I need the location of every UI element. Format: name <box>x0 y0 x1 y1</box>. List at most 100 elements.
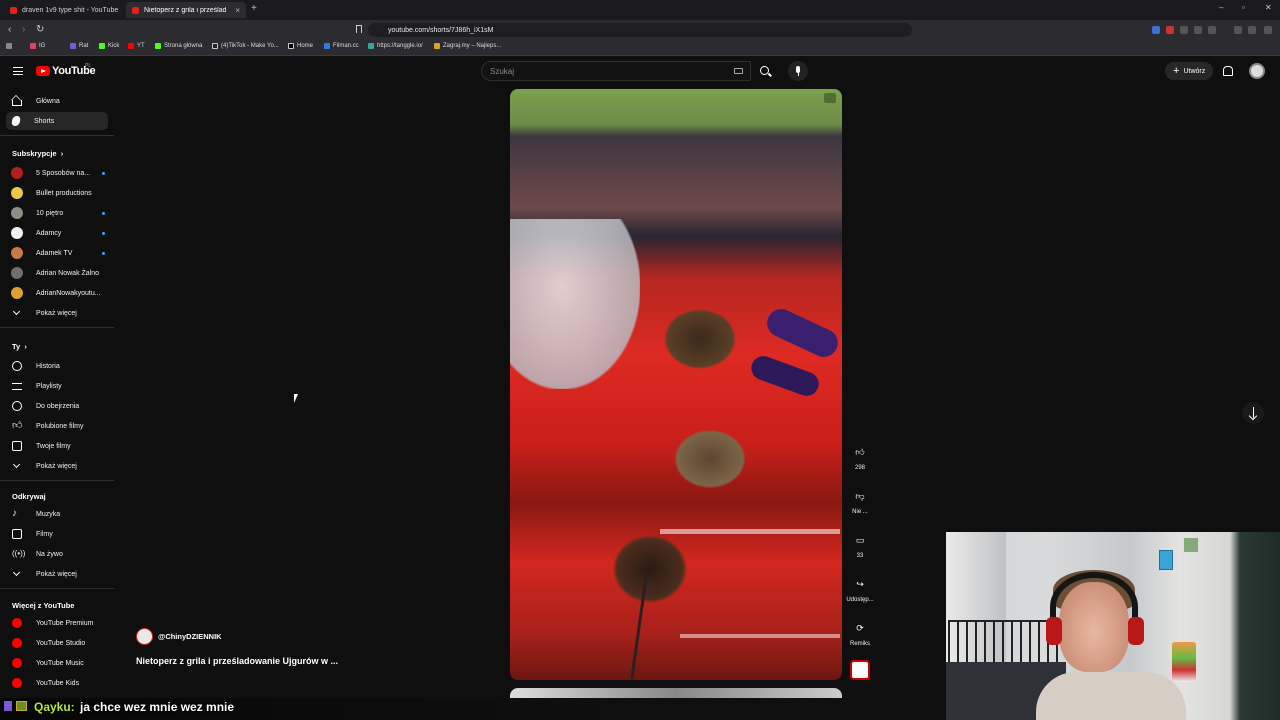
sidebar-item-home[interactable]: Główna <box>6 92 108 110</box>
comments-button[interactable]: ▭ 33 <box>845 530 875 559</box>
sidebar-item-subscription[interactable]: 5 Sposobów na... <box>6 164 108 182</box>
sidebar-toggle-icon[interactable] <box>1208 26 1216 34</box>
video-frame-detail <box>680 634 840 638</box>
bookmark-item[interactable]: Kick <box>99 43 119 49</box>
channel-thumbnail[interactable] <box>850 660 870 680</box>
extension-icon[interactable] <box>1166 26 1174 34</box>
sidebar-item-liked-videos[interactable]: 👍︎ Polubione filmy <box>6 417 108 435</box>
create-button[interactable]: + Utwórz <box>1165 62 1214 80</box>
channel-name[interactable]: @ChinyDZIENNIK <box>158 632 222 641</box>
voice-search-button[interactable] <box>788 61 808 81</box>
sidebar-item-music[interactable]: ♪ Muzyka <box>6 505 108 523</box>
bookmark-item[interactable]: (4)TikTok - Make Yo... <box>212 43 279 49</box>
sidebar-item-show-more[interactable]: Pokaż więcej <box>6 457 108 475</box>
sidebar-item-watch-later[interactable]: Do obejrzenia <box>6 397 108 415</box>
music-icon[interactable] <box>1234 26 1242 34</box>
thumbs-down-icon: 👎︎ <box>855 491 865 501</box>
short-video-player[interactable] <box>510 89 842 680</box>
sidebar-item-history[interactable]: Historia <box>6 357 108 375</box>
sidebar-item-subscription[interactable]: Adamcy <box>6 224 108 242</box>
sidebar-item-subscription[interactable]: AdrianNowakyoutu... <box>6 284 108 302</box>
address-bar-row: ‹ › ↻ youtube.com/shorts/7J86h_iX1sM <box>0 20 1280 40</box>
keyboard-icon[interactable] <box>734 68 743 74</box>
channel-avatar[interactable] <box>136 628 153 645</box>
like-button[interactable]: 👍︎ 298 <box>845 442 875 471</box>
sidebar-item-playlists[interactable]: Playlisty <box>6 377 108 395</box>
browser-tab-bar: draven 1v9 type shit - YouTube Nietoperz… <box>0 0 1280 20</box>
you-heading[interactable]: Ty › <box>12 342 27 351</box>
sidebar-item-youtube-studio[interactable]: YouTube Studio <box>6 634 108 652</box>
reload-icon[interactable]: ↻ <box>36 24 44 35</box>
bookmark-item[interactable]: Strona główna <box>155 43 202 49</box>
share-button[interactable]: ↪ Udostęp... <box>845 574 875 603</box>
history-icon <box>12 361 22 371</box>
sidebar-item-subscription[interactable]: 10 piętro <box>6 204 108 222</box>
new-content-dot <box>102 212 105 215</box>
forward-icon[interactable]: › <box>22 24 25 35</box>
bookmark-item[interactable]: IG <box>30 43 45 49</box>
remix-button[interactable]: ⟳ Remiks <box>845 618 875 647</box>
bookmark-item[interactable]: YT <box>128 43 145 49</box>
next-short-button[interactable] <box>1242 402 1264 424</box>
youtube-kids-icon <box>12 678 22 688</box>
sidebar-item-subscription[interactable]: Adrian Nowak Żalno <box>6 264 108 282</box>
youtube-logo-icon[interactable] <box>36 66 50 76</box>
menu-icon[interactable] <box>13 67 23 75</box>
search-button[interactable] <box>751 61 779 81</box>
volume-icon[interactable] <box>824 93 836 103</box>
menu-icon[interactable] <box>1264 26 1272 34</box>
notifications-bell-icon[interactable] <box>1222 66 1233 76</box>
close-window-icon[interactable]: ✕ <box>1265 3 1272 12</box>
video-frame-detail <box>510 219 640 389</box>
explore-heading: Odkrywaj <box>12 492 46 501</box>
bookmark-item[interactable]: https://tanggle.io/ <box>368 43 423 49</box>
channel-avatar <box>11 207 23 219</box>
bookmark-item[interactable]: Zagraj.my – Najleps... <box>434 43 501 49</box>
bookmark-item[interactable]: Rat <box>70 43 88 49</box>
video-icon <box>12 441 22 451</box>
sidebar-item-youtube-premium[interactable]: YouTube Premium <box>6 614 108 632</box>
sidebar-item-movies[interactable]: Filmy <box>6 525 108 543</box>
sidebar-item-youtube-kids[interactable]: YouTube Kids <box>6 674 108 692</box>
sidebar-item-subscription[interactable]: Adamek TV <box>6 244 108 262</box>
account-avatar[interactable] <box>1249 63 1265 79</box>
bookmark-icon[interactable] <box>356 25 362 33</box>
short-title[interactable]: Nietoperz z grila i prześladowanie Ujgur… <box>136 656 338 666</box>
extension-icon[interactable] <box>1180 26 1188 34</box>
channel-avatar <box>11 167 23 179</box>
sidebar-item-youtube-music[interactable]: YouTube Music <box>6 654 108 672</box>
subscriptions-heading[interactable]: Subskrypcje › <box>12 149 63 158</box>
sidebar-item-live[interactable]: ((•)) Na żywo <box>6 545 108 563</box>
url-field[interactable]: youtube.com/shorts/7J86h_iX1sM <box>368 23 912 37</box>
sidebar-item-shorts[interactable]: Shorts <box>6 112 108 130</box>
apps-icon[interactable] <box>6 43 15 49</box>
extension-icon[interactable] <box>1152 26 1160 34</box>
sidebar-item-your-videos[interactable]: Twoje filmy <box>6 437 108 455</box>
next-short-preview[interactable] <box>510 688 842 698</box>
home-icon <box>12 100 22 106</box>
profile-icon[interactable] <box>1248 26 1256 34</box>
back-icon[interactable]: ‹ <box>8 24 11 35</box>
bookmark-item[interactable]: Home <box>288 43 313 49</box>
browser-tab-active[interactable]: Nietoperz z grila i prześladow × <box>126 2 246 18</box>
new-tab-icon[interactable]: + <box>251 3 257 14</box>
chat-badge-icon <box>4 701 12 711</box>
sidebar-item-show-more[interactable]: Pokaż więcej <box>6 565 108 583</box>
channel-avatar <box>11 287 23 299</box>
sidebar-item-subscription[interactable]: Bullet productions <box>6 184 108 202</box>
extensions-icon[interactable] <box>1194 26 1202 34</box>
chevron-down-icon <box>12 460 21 469</box>
restore-icon[interactable]: ▫ <box>1242 3 1245 12</box>
sidebar-item-show-more[interactable]: Pokaż więcej <box>6 304 108 322</box>
headset-icon <box>1050 572 1138 642</box>
bookmark-item[interactable]: Filman.cc <box>324 43 359 49</box>
new-content-dot <box>102 252 105 255</box>
minimize-icon[interactable]: – <box>1219 3 1223 12</box>
youtube-header: YouTube PL Szukaj + Utwórz <box>0 57 1280 87</box>
search-placeholder: Szukaj <box>490 66 515 76</box>
search-input[interactable]: Szukaj <box>481 61 751 81</box>
browser-tab[interactable]: draven 1v9 type shit - YouTube <box>4 2 122 18</box>
dislike-button[interactable]: 👎︎ Nie ... <box>845 486 875 515</box>
close-tab-icon[interactable]: × <box>229 6 240 15</box>
plus-icon: + <box>1173 65 1180 77</box>
